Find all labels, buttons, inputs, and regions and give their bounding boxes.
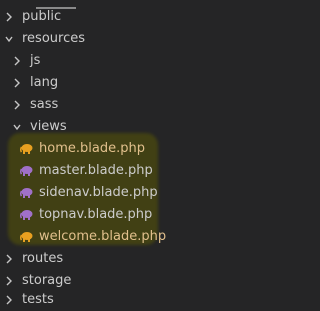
tree-item-tests[interactable]: tests: [0, 289, 253, 311]
tree-item-public[interactable]: public: [0, 6, 253, 28]
chevron-right-icon: [4, 10, 14, 24]
tree-item-label: master.blade.php: [39, 163, 153, 178]
tree-item-lang[interactable]: lang: [0, 72, 253, 94]
php-elephant-icon: [20, 232, 33, 242]
php-elephant-icon: [20, 210, 33, 220]
tree-item-label: welcome.blade.php: [39, 229, 167, 244]
tree-item-routes[interactable]: routes: [0, 248, 253, 270]
tree-item-label: routes: [22, 251, 64, 266]
tree-item-label: js: [30, 53, 41, 68]
tree-item-label: views: [30, 119, 67, 134]
php-elephant-icon: [20, 144, 33, 154]
tree-item-sass[interactable]: sass: [0, 94, 253, 116]
tree-file-sidenav-blade[interactable]: sidenav.blade.php: [0, 182, 253, 204]
php-elephant-icon: [20, 188, 33, 198]
tree-item-label: sass: [30, 97, 59, 112]
tree-item-label: lang: [30, 75, 59, 90]
chevron-right-icon: [4, 274, 14, 288]
tree-file-welcome-blade[interactable]: welcome.blade.php: [0, 226, 253, 248]
tree-item-label: public: [22, 9, 62, 24]
php-elephant-icon: [20, 166, 33, 176]
tree-item-resources[interactable]: resources: [0, 28, 253, 50]
tree-item-js[interactable]: js: [0, 50, 253, 72]
file-explorer-tree: public resources js lang sass views home…: [0, 0, 253, 307]
tree-file-topnav-blade[interactable]: topnav.blade.php: [0, 204, 253, 226]
tree-item-views[interactable]: views: [0, 116, 253, 138]
tree-file-home-blade[interactable]: home.blade.php: [0, 138, 253, 160]
chevron-down-icon: [4, 32, 14, 46]
chevron-right-icon: [12, 54, 22, 68]
tree-item-label: tests: [22, 292, 54, 307]
chevron-right-icon: [4, 252, 14, 266]
tree-item-label: topnav.blade.php: [39, 207, 153, 222]
tree-item-label: resources: [22, 31, 86, 46]
chevron-down-icon: [12, 120, 22, 134]
chevron-right-icon: [12, 98, 22, 112]
tree-item-label: home.blade.php: [39, 141, 145, 156]
chevron-right-icon: [4, 293, 14, 307]
tree-item-label: sidenav.blade.php: [39, 185, 158, 200]
tree-file-master-blade[interactable]: master.blade.php: [0, 160, 253, 182]
chevron-right-icon: [12, 76, 22, 90]
